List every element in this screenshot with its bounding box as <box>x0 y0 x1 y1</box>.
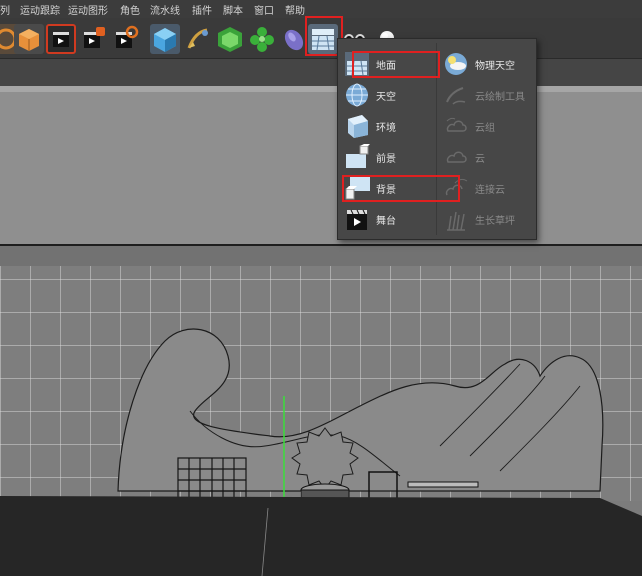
render-picture-viewer-icon[interactable] <box>78 24 108 54</box>
menu-item-stage[interactable]: 舞台 <box>338 204 436 234</box>
upper-panel <box>0 86 642 244</box>
menu-label-sky: 天空 <box>376 92 396 103</box>
menu-item-cloud[interactable]: 云 <box>437 142 535 172</box>
cloud-icon <box>446 151 467 163</box>
viewport-3d[interactable] <box>0 246 642 576</box>
cloud-paint-icon <box>446 87 466 105</box>
stage-icon <box>347 209 367 230</box>
highlight-background-item <box>342 175 460 202</box>
menu-label-cloud-paint-tool: 云绘制工具 <box>475 92 525 103</box>
menu-label-grow-grass: 生长草坪 <box>475 216 515 227</box>
menu-item-help[interactable]: 帮助 <box>285 2 305 17</box>
menu-item-grow-grass[interactable]: 生长草坪 <box>437 204 535 234</box>
menu-item-window[interactable]: 窗口 <box>254 2 274 17</box>
plank-object <box>407 481 479 488</box>
toolbar-strip <box>0 58 642 87</box>
physical-sky-icon <box>445 53 467 75</box>
pen-spline-icon[interactable] <box>183 24 213 54</box>
cloud-group-icon <box>446 117 467 132</box>
floor-plane <box>0 496 642 576</box>
menu-item-script[interactable]: 脚本 <box>223 2 243 17</box>
environment-icon <box>348 115 368 138</box>
menu-label-connect-clouds: 连接云 <box>475 185 505 196</box>
menu-label-stage: 舞台 <box>376 216 396 227</box>
menu-item-environment[interactable]: 环境 <box>338 111 436 141</box>
upper-panel-edge <box>0 86 642 92</box>
menu-item-motion-tracking[interactable]: 运动跟踪 <box>20 2 60 17</box>
menu-item-mograph[interactable]: 运动图形 <box>68 2 108 17</box>
highlight-floor-item <box>352 51 440 78</box>
viewport-scene <box>0 246 642 576</box>
menu-item-physical-sky[interactable]: 物理天空 <box>437 49 535 79</box>
cloner-icon[interactable] <box>247 24 277 54</box>
menu-item-plugins[interactable]: 插件 <box>192 2 212 17</box>
cube-tool-icon[interactable] <box>14 24 44 54</box>
render-view-icon[interactable] <box>46 24 76 54</box>
subdivision-icon[interactable] <box>215 24 245 54</box>
menu-label-environment: 环境 <box>376 123 396 134</box>
menu-item-column[interactable]: 列 <box>0 2 10 17</box>
sky-icon <box>346 83 368 107</box>
menu-label-foreground: 前景 <box>376 154 396 165</box>
foreground-icon <box>346 144 370 168</box>
menu-item-character[interactable]: 角色 <box>120 2 140 17</box>
menu-item-sky[interactable]: 天空 <box>338 80 436 110</box>
menu-label-cloud: 云 <box>475 154 485 165</box>
menu-item-pipeline[interactable]: 流水线 <box>150 2 180 17</box>
menu-label-cloud-group: 云组 <box>475 123 495 134</box>
menu-item-cloud-group[interactable]: 云组 <box>437 111 535 141</box>
grass-icon <box>447 211 465 231</box>
menu-label-physical-sky: 物理天空 <box>475 61 515 72</box>
menu-item-cloud-paint-tool[interactable]: 云绘制工具 <box>437 80 535 110</box>
render-settings-icon[interactable] <box>110 24 140 54</box>
menu-item-foreground[interactable]: 前景 <box>338 142 436 172</box>
cube-primitive-icon[interactable] <box>150 24 180 54</box>
